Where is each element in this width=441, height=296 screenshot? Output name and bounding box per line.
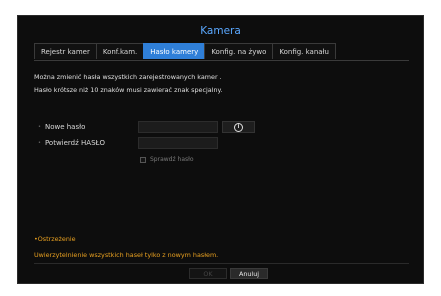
warning-text: Uwierzytelnienie wszystkich haseł tylko … bbox=[34, 251, 219, 259]
info-line-2: Hasło krótsze niż 10 znaków musi zawiera… bbox=[34, 86, 223, 94]
info-icon: i bbox=[234, 122, 243, 132]
new-password-field[interactable] bbox=[138, 121, 218, 133]
tab-camera-config[interactable]: Konf.kam. bbox=[95, 43, 145, 59]
divider bbox=[34, 263, 409, 264]
tab-channel-config[interactable]: Konfig. kanału bbox=[272, 43, 336, 59]
tab-live-config[interactable]: Konfig. na żywo bbox=[204, 43, 274, 59]
confirm-password-field[interactable] bbox=[138, 137, 218, 149]
password-info-button[interactable]: i bbox=[222, 121, 255, 133]
camera-dialog: Kamera Rejestr kamer Konf.kam. Hasło kam… bbox=[17, 15, 424, 284]
new-password-label: Nowe hasło bbox=[44, 123, 86, 131]
tab-camera-register[interactable]: Rejestr kamer bbox=[34, 43, 97, 59]
tab-camera-password[interactable]: Hasło kamery bbox=[143, 43, 206, 59]
warning-title: •Ostrzeżenie bbox=[34, 235, 76, 243]
checkbox-box[interactable] bbox=[140, 156, 146, 163]
info-line-1: Można zmienić hasła wszystkich zarejestr… bbox=[34, 73, 222, 81]
cancel-button[interactable]: Anuluj bbox=[230, 268, 268, 279]
new-password-row: • Nowe hasło bbox=[38, 123, 85, 131]
dialog-title: Kamera bbox=[200, 25, 241, 37]
bullet-icon: • bbox=[38, 140, 41, 146]
confirm-password-label: Potwierdź HASŁO bbox=[44, 139, 105, 147]
tab-bar: Rejestr kamer Konf.kam. Hasło kamery Kon… bbox=[34, 43, 409, 61]
show-password-checkbox[interactable]: Sprawdź hasło bbox=[140, 156, 194, 163]
confirm-password-row: • Potwierdź HASŁO bbox=[38, 139, 105, 147]
show-password-label: Sprawdź hasło bbox=[150, 156, 194, 163]
ok-button[interactable]: OK bbox=[189, 268, 227, 279]
bullet-icon: • bbox=[38, 124, 41, 130]
info-text: Można zmienić hasła wszystkich zarejestr… bbox=[34, 71, 222, 97]
